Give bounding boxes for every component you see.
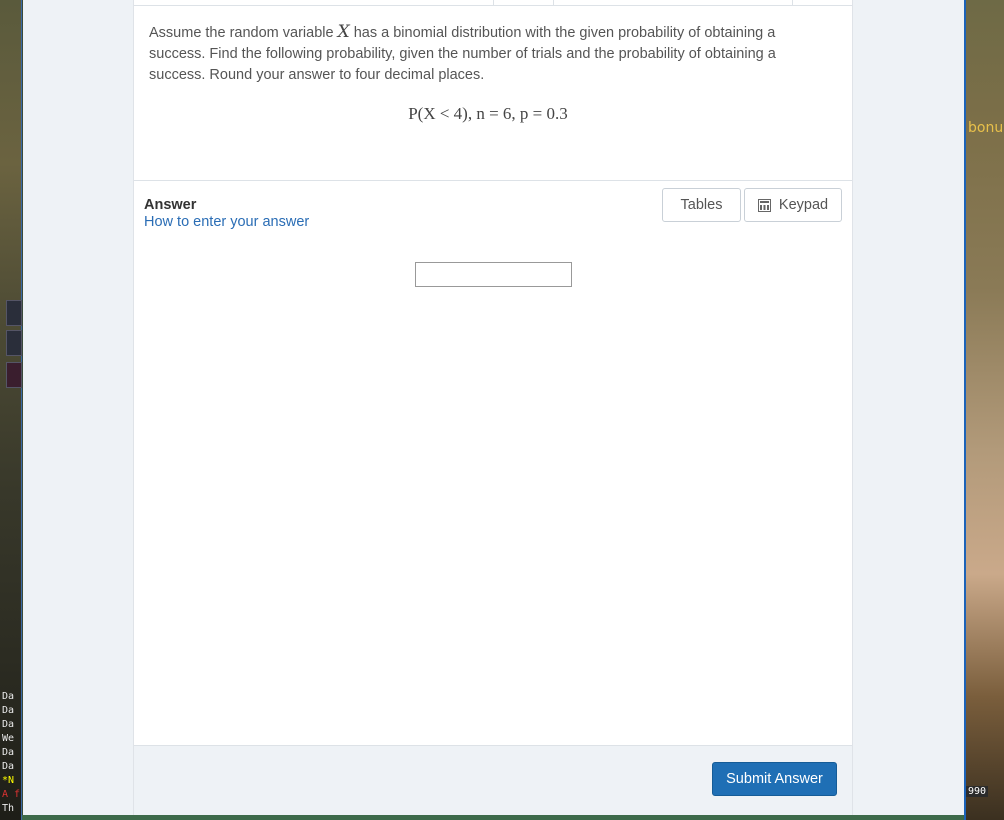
- keypad-button[interactable]: Keypad: [744, 188, 842, 222]
- keypad-button-label: Keypad: [778, 197, 829, 213]
- game-chat-line: Da: [2, 761, 15, 772]
- tables-button[interactable]: Tables: [662, 188, 741, 222]
- answer-footer: Submit Answer: [134, 745, 852, 815]
- random-variable: X: [337, 22, 350, 42]
- game-slot-icon: [6, 362, 22, 388]
- question-text-start: Assume the random variable: [149, 25, 338, 41]
- how-to-enter-answer-link[interactable]: How to enter your answer: [144, 214, 309, 230]
- probability-formula: P(X < 4), n = 6, p = 0.3: [408, 104, 568, 123]
- answer-heading: Answer: [144, 197, 197, 213]
- tab-separator: [792, 0, 793, 6]
- question-card: Assume the random variable X has a binom…: [133, 0, 853, 815]
- game-counter-text: 990: [966, 786, 989, 797]
- game-slot-icon: [6, 300, 22, 326]
- section-divider: [134, 180, 852, 181]
- game-chat-line: A f: [2, 789, 21, 800]
- submit-answer-button[interactable]: Submit Answer: [712, 762, 837, 796]
- game-chat: Da Da Da We Da Da *N A f Th: [2, 690, 22, 816]
- browser-page: Assume the random variable X has a binom…: [23, 0, 964, 815]
- question-text: Assume the random variable X has a binom…: [149, 22, 809, 86]
- tab-separator: [493, 0, 494, 6]
- game-chat-line: Da: [2, 705, 15, 716]
- game-chat-line: Th: [2, 803, 15, 814]
- tab-separator: [553, 0, 554, 6]
- calculator-icon: [757, 198, 771, 212]
- background-game-right: bonu 990: [964, 0, 1004, 820]
- game-chat-line: Da: [2, 747, 15, 758]
- background-game-left: Da Da Da We Da Da *N A f Th: [0, 0, 22, 820]
- answer-input[interactable]: [415, 262, 572, 287]
- top-tab-strip: [134, 0, 852, 6]
- tables-button-label: Tables: [680, 197, 723, 213]
- game-chat-line: Da: [2, 691, 15, 702]
- game-chat-line: *N: [2, 775, 15, 786]
- taskbar-strip: [22, 815, 964, 820]
- game-slot-icon: [6, 330, 22, 356]
- game-bonus-text: bonu: [968, 120, 1004, 136]
- game-chat-line: We: [2, 733, 15, 744]
- game-chat-line: Da: [2, 719, 15, 730]
